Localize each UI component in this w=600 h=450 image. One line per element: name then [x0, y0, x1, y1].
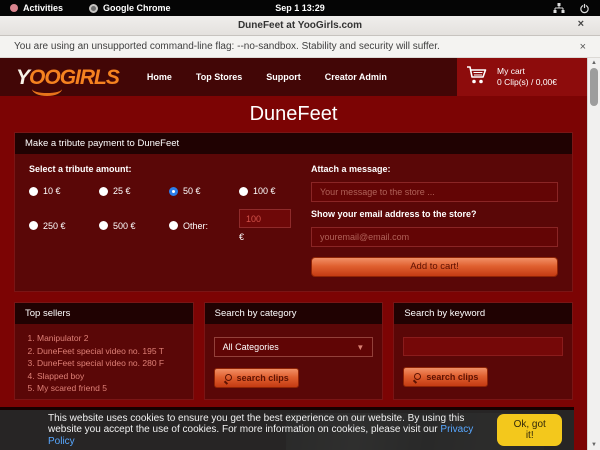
page-scrollbar[interactable]: ▲ ▼ [587, 58, 600, 450]
top-seller-item[interactable]: DuneFeet special video no. 280 F [37, 357, 193, 370]
chrome-icon [89, 4, 98, 13]
app-menu-button[interactable]: Google Chrome [89, 3, 171, 13]
email-label: Show your email address to the store? [311, 209, 558, 219]
top-seller-item[interactable]: DuneFeet special video no. 195 T [37, 345, 193, 358]
my-cart-button[interactable]: My cart 0 Clip(s) / 0,00€ [457, 58, 587, 96]
search-clips-category-button[interactable]: search clips [214, 368, 299, 388]
search-clips-keyword-button[interactable]: search clips [403, 367, 488, 387]
main-nav: Home Top Stores Support Creator Admin [147, 72, 387, 82]
add-to-cart-button[interactable]: Add to cart! [311, 257, 558, 277]
browser-viewport: YOOGIRLS Home Top Stores Support Creator… [0, 58, 600, 450]
tribute-radio-0[interactable] [29, 187, 38, 196]
category-selected-value: All Categories [223, 342, 279, 352]
tribute-option-25[interactable]: 25 € [99, 186, 169, 196]
chevron-down-icon: ▼ [356, 343, 364, 352]
message-label: Attach a message: [311, 164, 558, 174]
power-icon[interactable] [579, 3, 590, 14]
top-seller-item[interactable]: My scared friend 5 [37, 382, 193, 395]
search-keyword-header: Search by keyword [394, 303, 572, 324]
activities-label: Activities [23, 3, 63, 13]
warning-text: You are using an unsupported command-lin… [14, 41, 440, 52]
keyword-input[interactable] [403, 337, 563, 356]
top-sellers-panel: Top sellers Manipulator 2 DuneFeet speci… [14, 302, 194, 400]
tribute-panel: Make a tribute payment to DuneFeet Selec… [14, 132, 573, 292]
site-logo[interactable]: YOOGIRLS [16, 67, 119, 88]
logo-smile-arc [32, 82, 62, 96]
tribute-radio-2[interactable] [169, 187, 178, 196]
window-title: DuneFeet at YooGirls.com [238, 20, 362, 31]
scrollbar-down-icon[interactable]: ▼ [588, 442, 600, 448]
tribute-panel-header: Make a tribute payment to DuneFeet [15, 133, 572, 154]
activities-icon [10, 4, 18, 12]
page-title: DuneFeet [0, 96, 587, 132]
activities-button[interactable]: Activities [10, 3, 63, 13]
other-amount-input[interactable] [239, 209, 291, 228]
nav-item-home[interactable]: Home [147, 72, 172, 82]
scrollbar-thumb[interactable] [590, 68, 598, 106]
email-input[interactable] [311, 227, 558, 247]
tribute-radio-5[interactable] [99, 221, 108, 230]
nav-item-creator-admin[interactable]: Creator Admin [325, 72, 387, 82]
category-select[interactable]: All Categories ▼ [214, 337, 374, 357]
warning-bar: You are using an unsupported command-lin… [0, 36, 600, 58]
tribute-option-100[interactable]: 100 € [239, 186, 297, 196]
tribute-radio-3[interactable] [239, 187, 248, 196]
cookie-text: This website uses cookies to ensure you … [48, 413, 497, 448]
top-seller-item[interactable]: Slapped boy [37, 370, 193, 383]
search-category-panel: Search by category All Categories ▼ sear… [204, 302, 384, 400]
nav-item-support[interactable]: Support [266, 72, 301, 82]
tribute-radio-4[interactable] [29, 221, 38, 230]
top-sellers-header: Top sellers [15, 303, 193, 324]
tribute-amount-options: 10 € 25 € 50 € [29, 186, 297, 242]
window-title-bar[interactable]: DuneFeet at YooGirls.com × [0, 16, 600, 36]
tribute-option-50[interactable]: 50 € [169, 186, 239, 196]
cookie-accept-button[interactable]: Ok, got it! [497, 414, 562, 446]
nav-item-top-stores[interactable]: Top Stores [196, 72, 242, 82]
system-top-bar: Activities Google Chrome Sep 1 13:29 [0, 0, 600, 16]
search-category-header: Search by category [205, 303, 383, 324]
cookie-consent-bar: This website uses cookies to ensure you … [0, 410, 574, 450]
top-seller-item[interactable]: Manipulator 2 [37, 332, 193, 345]
site-header: YOOGIRLS Home Top Stores Support Creator… [0, 58, 587, 96]
tribute-radio-6[interactable] [169, 221, 178, 230]
tribute-option-250[interactable]: 250 € [29, 209, 99, 242]
search-icon [224, 374, 232, 382]
warning-close-icon[interactable]: × [580, 41, 586, 53]
tribute-option-10[interactable]: 10 € [29, 186, 99, 196]
tribute-option-500[interactable]: 500 € [99, 209, 169, 242]
desktop-screen: Activities Google Chrome Sep 1 13:29 Dun… [0, 0, 600, 450]
app-menu-label: Google Chrome [103, 3, 171, 13]
cart-count: 0 Clip(s) / 0,00€ [497, 77, 557, 88]
currency-symbol: € [239, 232, 297, 242]
tribute-radio-1[interactable] [99, 187, 108, 196]
network-icon[interactable] [553, 3, 565, 13]
tribute-option-other[interactable]: Other: [169, 209, 239, 242]
top-sellers-list: Manipulator 2 DuneFeet special video no.… [23, 332, 193, 395]
message-input[interactable] [311, 182, 558, 202]
search-keyword-panel: Search by keyword search clips [393, 302, 573, 400]
search-icon [413, 373, 421, 381]
web-page: YOOGIRLS Home Top Stores Support Creator… [0, 58, 587, 450]
cart-label: My cart [497, 66, 557, 77]
amount-label: Select a tribute amount: [29, 164, 297, 174]
cart-icon [465, 64, 489, 91]
window-close-icon[interactable]: × [578, 18, 584, 30]
scrollbar-up-icon[interactable]: ▲ [588, 60, 600, 66]
